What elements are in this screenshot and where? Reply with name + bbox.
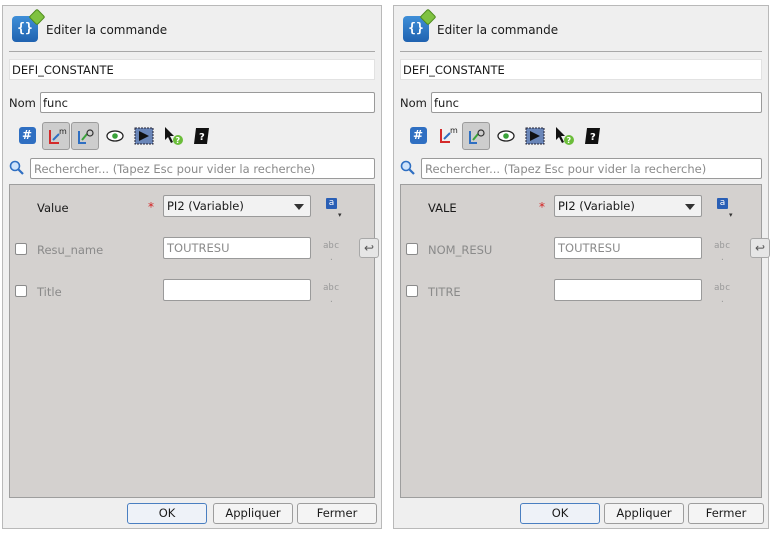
view-toolbar: # m ? ? xyxy=(404,122,614,150)
caret-down-icon: ▾ xyxy=(338,211,342,219)
checkbox[interactable] xyxy=(15,243,27,255)
back-arrow-icon[interactable]: ↩ xyxy=(359,238,379,258)
ok-button[interactable]: OK xyxy=(127,503,207,524)
show-parameters-icon[interactable] xyxy=(71,122,99,150)
eye-icon[interactable] xyxy=(492,122,520,150)
checkbox[interactable] xyxy=(406,243,418,255)
title-field[interactable] xyxy=(163,279,311,301)
show-dependencies-icon[interactable]: m xyxy=(42,122,70,150)
svg-text:?: ? xyxy=(590,132,596,143)
panel-header: {} Editer la commande xyxy=(9,8,369,46)
command-name: DEFI_CONSTANTE xyxy=(400,59,762,80)
parameters-area: Value * PI2 (Variable) a ▾ Resu_name TOU… xyxy=(9,184,379,498)
search-icon xyxy=(9,160,24,175)
param-row-vale: VALE * PI2 (Variable) a ▾ xyxy=(401,195,761,221)
back-arrow-icon[interactable]: ↩ xyxy=(750,238,770,258)
param-label: Title xyxy=(37,285,62,299)
parameters-area: VALE * PI2 (Variable) a ▾ NOM_RESU TOUTR… xyxy=(400,184,770,498)
nom-resu-field[interactable]: TOUTRESU xyxy=(554,237,702,259)
filter-view-icon[interactable] xyxy=(130,122,158,150)
search-row: Rechercher... (Tapez Esc pour vider la r… xyxy=(9,158,375,180)
type-a-icon[interactable]: a xyxy=(717,198,728,209)
show-dependencies-icon[interactable]: m xyxy=(433,122,461,150)
required-marker: * xyxy=(148,200,154,214)
chevron-down-icon xyxy=(294,204,304,210)
type-abc-icon[interactable]: abc. xyxy=(323,241,339,262)
type-abc-icon[interactable]: abc. xyxy=(714,241,730,262)
nom-input[interactable]: func xyxy=(431,92,762,113)
search-icon xyxy=(400,160,415,175)
command-editor-panel-left: {} Editer la commande DEFI_CONSTANTE Nom… xyxy=(2,5,382,529)
param-label: Resu_name xyxy=(37,243,104,257)
type-abc-icon[interactable]: abc. xyxy=(323,283,339,304)
param-label: VALE xyxy=(428,201,457,215)
combo-value: PI2 (Variable) xyxy=(558,199,635,213)
filter-view-icon[interactable] xyxy=(521,122,549,150)
param-label: Value xyxy=(37,201,69,215)
svg-text:m: m xyxy=(450,126,458,135)
command-name: DEFI_CONSTANTE xyxy=(9,59,375,80)
type-a-icon[interactable]: a xyxy=(326,198,337,209)
show-parameters-icon[interactable] xyxy=(462,122,490,150)
header-divider xyxy=(400,51,762,52)
nom-label: Nom xyxy=(400,96,427,110)
svg-text:?: ? xyxy=(176,136,181,145)
param-label: TITRE xyxy=(428,285,461,299)
resu-name-field[interactable]: TOUTRESU xyxy=(163,237,311,259)
apply-button[interactable]: Appliquer xyxy=(213,503,293,524)
help-document-icon[interactable]: ? xyxy=(188,122,216,150)
param-row-resu-name: Resu_name TOUTRESU abc. ↩ xyxy=(10,237,379,263)
panel-title: Editer la commande xyxy=(46,23,168,37)
param-label: NOM_RESU xyxy=(428,243,493,257)
search-input[interactable]: Rechercher... (Tapez Esc pour vider la r… xyxy=(421,158,762,179)
help-document-icon[interactable]: ? xyxy=(579,122,607,150)
required-marker: * xyxy=(539,200,545,214)
panel-title: Editer la commande xyxy=(437,23,559,37)
nom-label: Nom xyxy=(9,96,36,110)
edit-command-icon: {} xyxy=(403,8,437,42)
ok-button[interactable]: OK xyxy=(520,503,600,524)
apply-button[interactable]: Appliquer xyxy=(604,503,684,524)
checkbox[interactable] xyxy=(15,285,27,297)
edit-command-icon: {} xyxy=(12,8,46,42)
close-button[interactable]: Fermer xyxy=(297,503,377,524)
what-is-this-icon[interactable]: ? xyxy=(159,122,187,150)
value-combo[interactable]: PI2 (Variable) xyxy=(163,195,311,217)
value-combo[interactable]: PI2 (Variable) xyxy=(554,195,702,217)
view-toolbar: # m ? ? xyxy=(13,122,223,150)
checkbox[interactable] xyxy=(406,285,418,297)
panel-header: {} Editer la commande xyxy=(400,8,760,46)
caret-down-icon: ▾ xyxy=(729,211,733,219)
combo-value: PI2 (Variable) xyxy=(167,199,244,213)
header-divider xyxy=(9,51,375,52)
type-abc-icon[interactable]: abc. xyxy=(714,283,730,304)
search-input[interactable]: Rechercher... (Tapez Esc pour vider la r… xyxy=(30,158,375,179)
svg-text:?: ? xyxy=(567,136,572,145)
hash-icon[interactable]: # xyxy=(404,122,432,150)
what-is-this-icon[interactable]: ? xyxy=(550,122,578,150)
search-row: Rechercher... (Tapez Esc pour vider la r… xyxy=(400,158,762,180)
nom-row: Nom func xyxy=(400,92,762,114)
hash-icon[interactable]: # xyxy=(13,122,41,150)
eye-icon[interactable] xyxy=(101,122,129,150)
param-row-value: Value * PI2 (Variable) a ▾ xyxy=(10,195,374,221)
close-button[interactable]: Fermer xyxy=(688,503,764,524)
param-row-titre: TITRE abc. xyxy=(401,279,761,305)
nom-row: Nom func xyxy=(9,92,375,114)
svg-text:?: ? xyxy=(199,132,205,143)
param-row-nom-resu: NOM_RESU TOUTRESU abc. ↩ xyxy=(401,237,770,263)
command-editor-panel-right: {} Editer la commande DEFI_CONSTANTE Nom… xyxy=(393,5,770,529)
svg-text:m: m xyxy=(59,127,67,136)
param-row-title: Title abc. xyxy=(10,279,374,305)
chevron-down-icon xyxy=(685,204,695,210)
titre-field[interactable] xyxy=(554,279,702,301)
nom-input[interactable]: func xyxy=(40,92,375,113)
